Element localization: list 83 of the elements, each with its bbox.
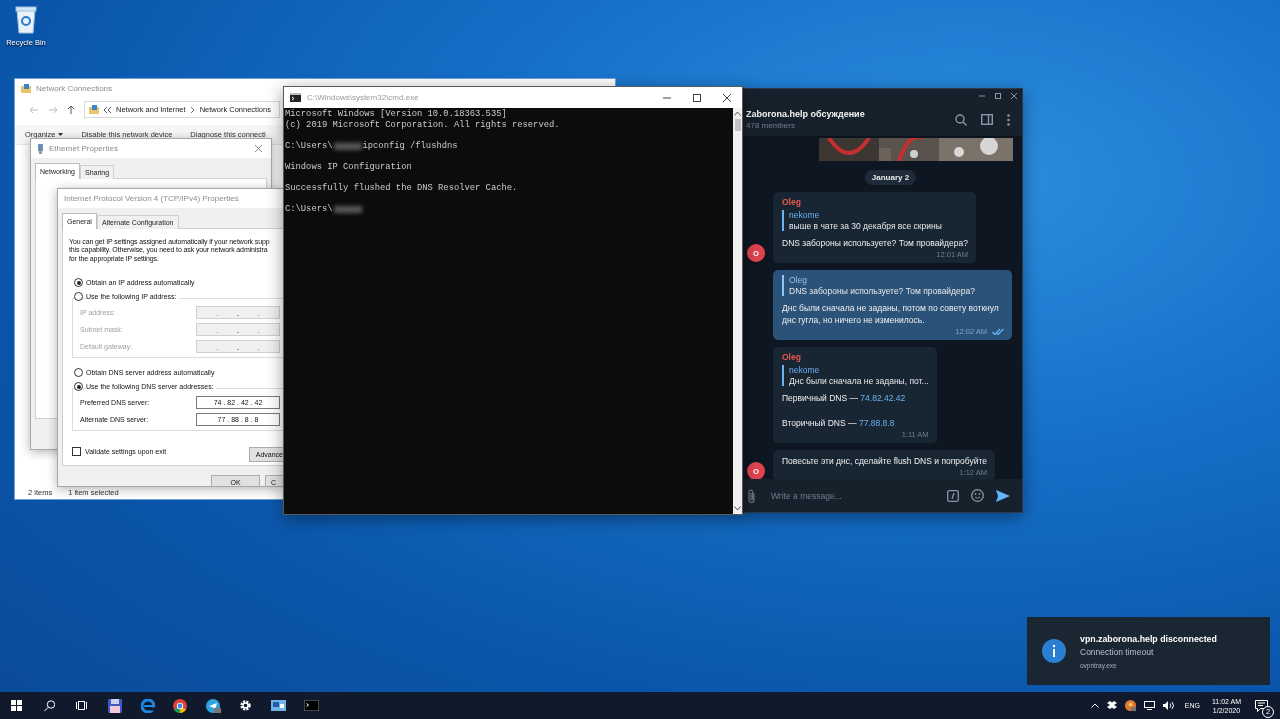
radio-button[interactable] [74,382,83,392]
chrome-icon[interactable] [173,698,188,713]
reply-text: выше в чате за 30 декабря все скрины [789,221,943,231]
radio-button[interactable] [74,368,83,378]
minimize-icon [978,92,986,100]
notification-text: Connection timeout [1080,646,1155,657]
emoji-icon[interactable] [971,489,984,502]
console-text: (c) 2019 Microsoft Corporation. All rights reserved. [285,119,561,131]
message-text: Повесьте эти днс, сделайте flush DNS и попробуйте [782,455,987,467]
caret-icon [58,133,64,136]
close-icon [722,92,732,103]
sidebar-icon[interactable] [981,114,993,125]
scrollbar-thumb[interactable] [734,119,741,131]
chevron-icon [190,106,195,113]
message-author[interactable]: Oleg [782,352,929,362]
info-icon [1042,639,1066,663]
reply-text: Днс были сначала не заданы, пот... [789,376,929,386]
close-icon [253,144,263,153]
maximize-icon [692,92,702,103]
message-text: Днс были сначала не заданы, потом по совету воткнул днс гугла, но ничего не изменилось. [782,302,1000,326]
window-title: Internet Protocol Version 4 (TCP/IPv4) Properties [64,194,239,203]
network-folder-icon [21,83,31,94]
command-icon[interactable] [947,489,959,502]
notification-center-icon[interactable] [1255,699,1268,712]
console-icon[interactable] [304,700,320,711]
checkbox[interactable] [72,446,81,456]
reply-quote[interactable]: nekome Днс были сначала не заданы, пот... [782,365,929,386]
console-text: C:\Users\ [285,204,333,215]
windows-logo-icon[interactable] [10,700,22,711]
notification-title: vpn.zaborona.help disconnected [1080,633,1217,644]
network-icon[interactable] [1143,701,1155,710]
link[interactable]: 74.82.42.42 [860,393,906,403]
console-icon [290,93,301,102]
radio-button[interactable] [74,278,83,288]
date-badge: January 2 [864,170,917,185]
member-count: 478 members [746,121,796,130]
maximize-icon [994,92,1002,100]
console-text: ipconfig /flushdns [362,140,458,152]
message-input[interactable]: Write a message... [769,487,935,504]
scrollbar[interactable] [733,108,742,514]
up-arrow-icon[interactable] [67,104,75,115]
reply-author: nekome [789,365,821,375]
message-author[interactable]: Oleg [782,197,968,207]
scroll-down-icon[interactable] [734,506,741,511]
chat-title: Zaborona.help обсуждение [746,109,866,119]
reply-text: DNS забороны используете? Том провайдера? [789,286,976,296]
window-title: Network Connections [36,84,113,93]
browser-e-icon[interactable] [140,698,155,713]
message-composer[interactable]: Write a message... [741,479,1022,512]
reply-author: nekome [789,210,821,220]
window-title: Ethernet Properties [49,144,118,153]
dropbox-icon[interactable] [1106,701,1117,710]
network-adapter-icon [37,143,44,154]
search-icon[interactable] [955,113,967,126]
link[interactable]: 77.88.8.8 [858,418,895,428]
reply-quote[interactable]: nekome выше в чате за 30 декабря все скрины [782,210,968,231]
more-icon[interactable] [1007,113,1010,126]
task-view-icon[interactable] [76,700,88,711]
reply-quote[interactable]: Oleg DNS забороны используете? Том провайдера? [782,275,1004,296]
scroll-up-icon[interactable] [734,111,741,116]
message-text: Первичный DNS — 74.82.42.42 [782,392,907,404]
reply-author: Oleg [789,275,808,285]
send-icon[interactable] [996,489,1010,502]
paperclip-icon[interactable] [747,488,757,503]
radio-button[interactable] [74,292,83,302]
vpn-tray-icon[interactable] [1124,700,1136,711]
console-text: Windows IP Configuration [285,161,413,173]
remote-desktop-icon[interactable] [271,700,287,711]
console-text: Successfully flushed the DNS Resolver Cache. [285,183,519,194]
chevron-up-icon[interactable] [1090,703,1099,708]
search-icon[interactable] [43,700,55,711]
network-folder-icon [89,104,99,115]
window-title: C:\Windows\system32\cmd.exe [307,93,420,102]
message-text: Вторичный DNS — 77.88.8.8 [782,417,896,429]
console-text: Microsoft Windows [Version 10.0.18363.535] [285,109,508,120]
recycle-bin-icon[interactable] [14,4,38,34]
paper-plane-icon[interactable] [205,698,221,713]
double-chevron-icon [104,106,111,113]
console-text: C:\Users\ [285,140,333,152]
gear-icon[interactable] [239,699,253,712]
speaker-icon[interactable] [1162,701,1175,710]
close-icon [1010,92,1018,100]
message-text: DNS забороны используете? Том провайдера? [782,237,968,249]
